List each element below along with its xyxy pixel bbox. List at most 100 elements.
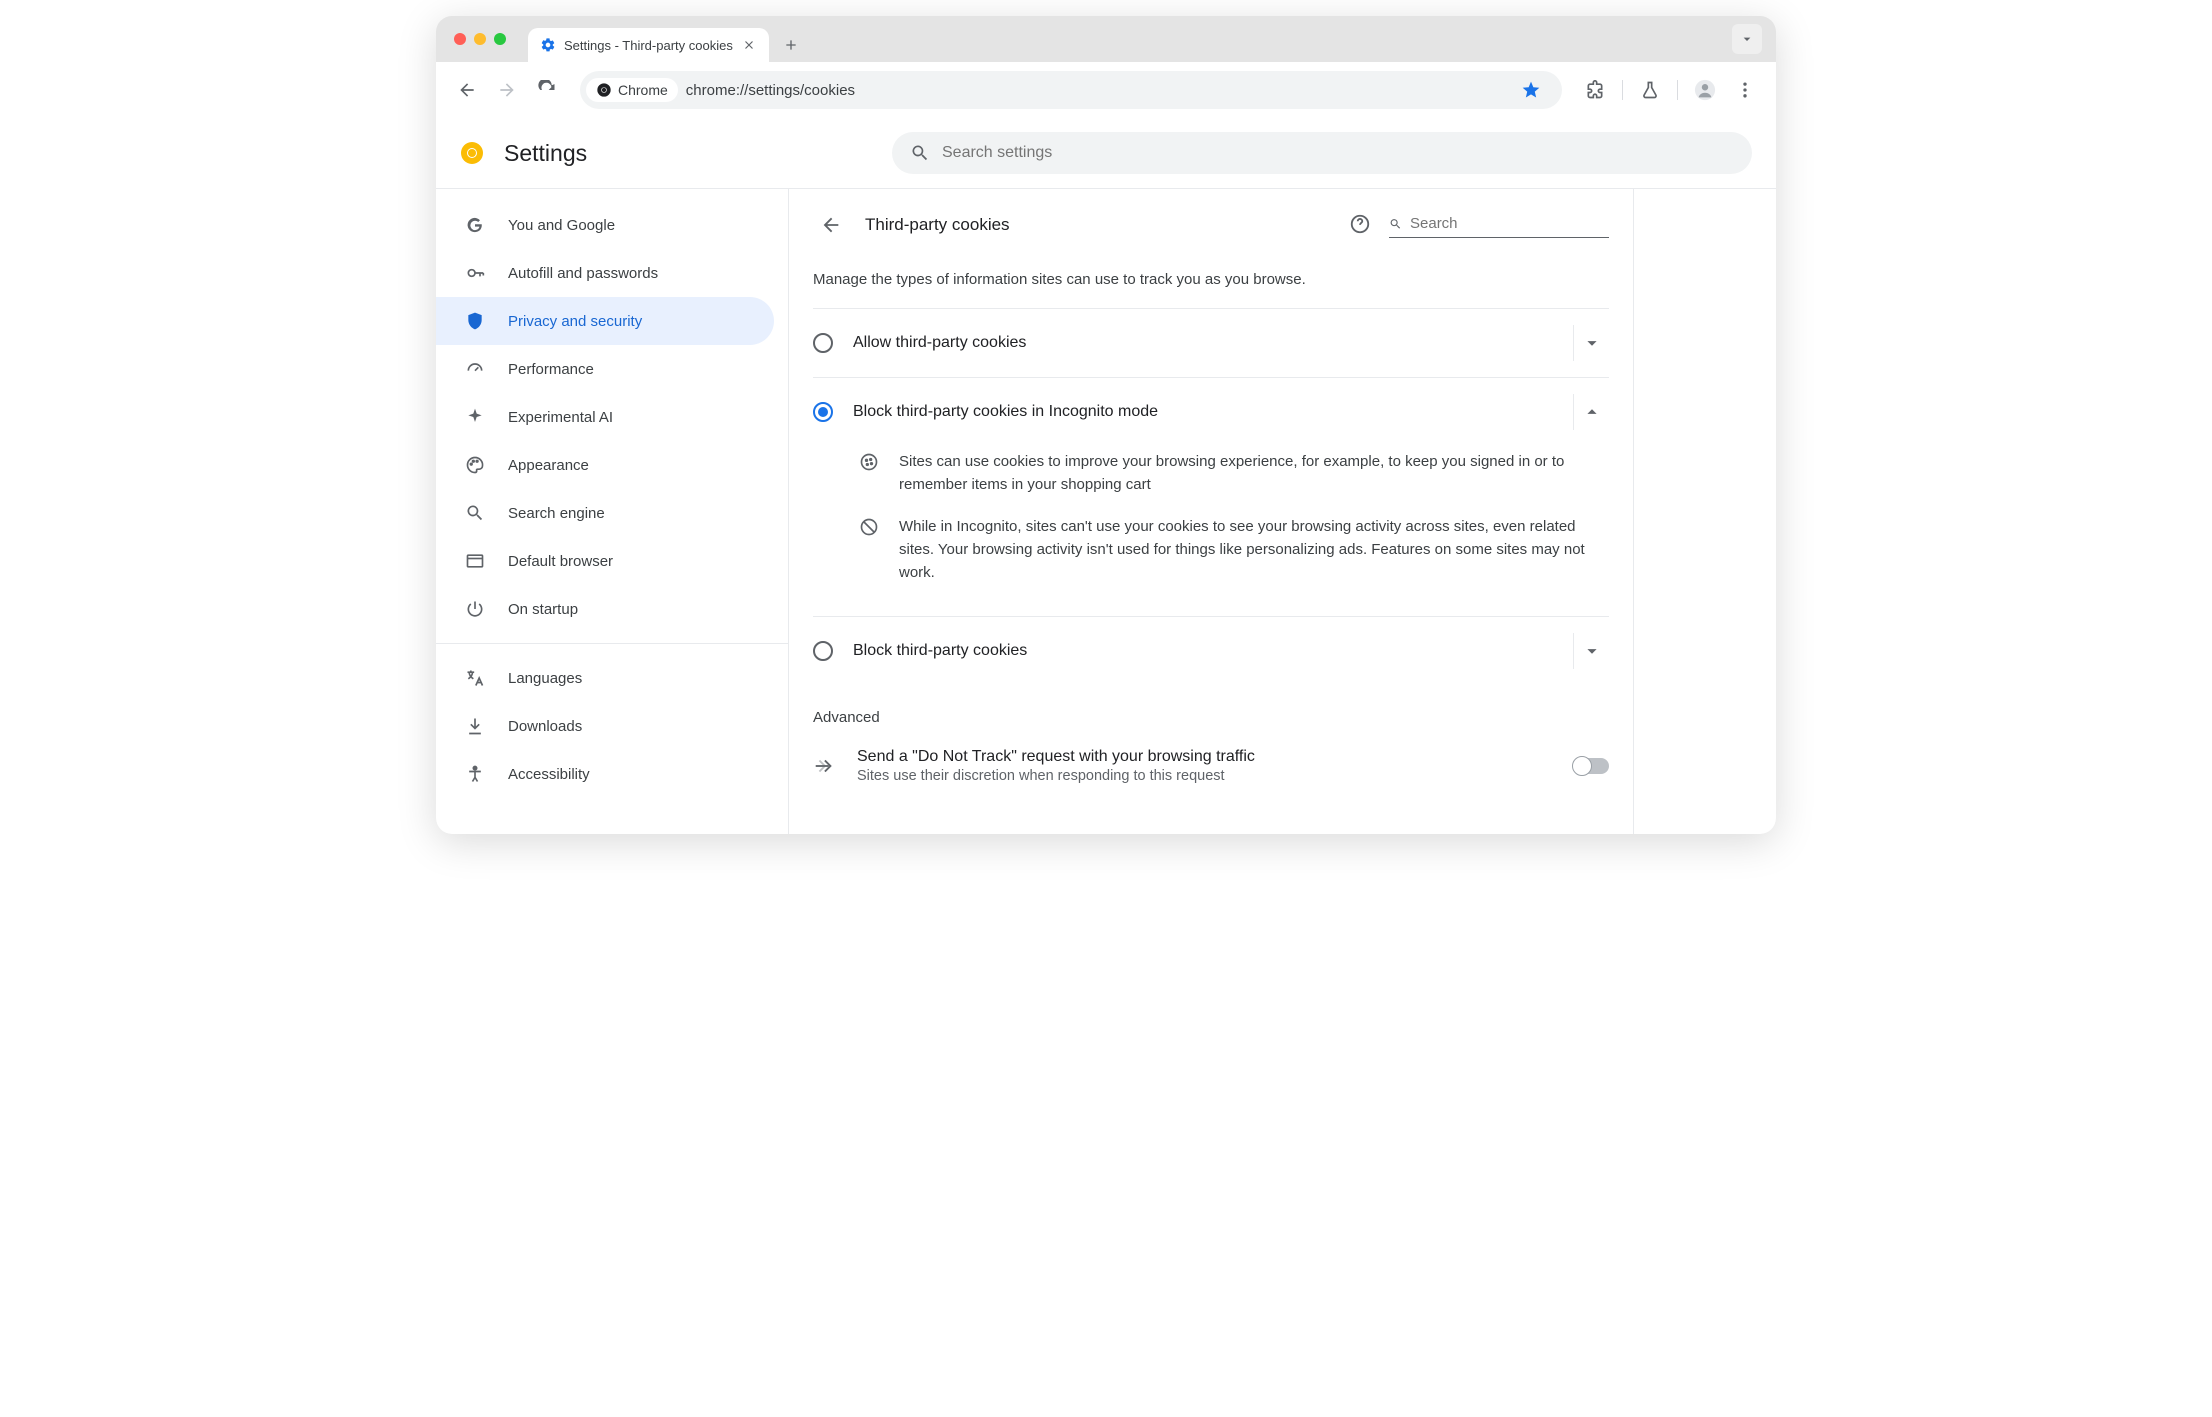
content-header: Third-party cookies [813,207,1609,243]
toolbar-separator [1622,80,1623,100]
collapse-button[interactable] [1573,394,1609,430]
advanced-heading: Advanced [813,709,1609,726]
content-search[interactable] [1389,213,1609,238]
sidebar-item-label: Search engine [508,505,605,522]
window-controls [454,16,506,62]
dnt-toggle[interactable] [1573,758,1609,774]
toolbar-separator [1677,80,1678,100]
content-area: Third-party cookies Manage the types of … [788,189,1776,834]
close-window-button[interactable] [454,33,466,45]
browser-tab[interactable]: Settings - Third-party cookies [528,28,769,62]
nav-back-button[interactable] [450,73,484,107]
radio-block-incognito[interactable] [813,402,833,422]
sidebar-item-languages[interactable]: Languages [436,654,774,702]
sidebar: You and Google Autofill and passwords Pr… [436,189,788,834]
download-icon [464,716,486,736]
option-details: Sites can use cookies to improve your br… [813,446,1609,617]
detail-cookie: Sites can use cookies to improve your br… [859,450,1609,497]
accessibility-icon [464,764,486,784]
content-search-input[interactable] [1410,215,1609,232]
shield-icon [464,311,486,331]
option-label: Block third-party cookies [853,642,1545,660]
site-chip[interactable]: Chrome [586,78,678,102]
key-icon [464,263,486,283]
detail-text: Sites can use cookies to improve your br… [899,450,1609,497]
content-back-button[interactable] [813,207,849,243]
detail-block: While in Incognito, sites can't use your… [859,515,1609,585]
address-bar[interactable]: Chrome chrome://settings/cookies [580,71,1562,109]
block-icon [859,517,881,585]
content-title: Third-party cookies [865,215,1333,235]
cookies-settings-panel: Third-party cookies Manage the types of … [788,189,1634,834]
radio-block-all[interactable] [813,641,833,661]
settings-gear-icon [540,37,556,53]
option-block-all: Block third-party cookies [813,617,1609,685]
profile-button[interactable] [1688,73,1722,107]
site-chip-label: Chrome [618,82,668,98]
expand-button[interactable] [1573,633,1609,669]
speedometer-icon [464,359,486,379]
sidebar-item-on-startup[interactable]: On startup [436,585,774,633]
sidebar-item-label: Privacy and security [508,313,642,330]
sidebar-separator [436,643,788,644]
tab-title: Settings - Third-party cookies [564,38,733,53]
app-title: Settings [504,140,587,167]
sidebar-item-privacy-security[interactable]: Privacy and security [436,297,774,345]
chevron-down-icon [1581,332,1603,354]
sidebar-item-label: Default browser [508,553,613,570]
option-allow-third-party: Allow third-party cookies [813,308,1609,377]
url-text: chrome://settings/cookies [686,82,855,99]
search-icon [1389,215,1402,233]
sidebar-item-you-and-google[interactable]: You and Google [436,201,774,249]
nav-forward-button[interactable] [490,73,524,107]
sidebar-item-label: Autofill and passwords [508,265,658,282]
window-dropdown-button[interactable] [1732,24,1762,54]
sidebar-item-appearance[interactable]: Appearance [436,441,774,489]
search-settings-input[interactable] [942,144,1734,162]
intro-text: Manage the types of information sites ca… [813,271,1609,288]
sidebar-item-search-engine[interactable]: Search engine [436,489,774,537]
maximize-window-button[interactable] [494,33,506,45]
extensions-button[interactable] [1578,73,1612,107]
app-body: You and Google Autofill and passwords Pr… [436,188,1776,834]
bookmark-star-icon[interactable] [1514,73,1548,107]
reload-button[interactable] [530,73,564,107]
translate-icon [464,668,486,688]
minimize-window-button[interactable] [474,33,486,45]
search-settings-bar[interactable] [892,132,1752,174]
browser-toolbar: Chrome chrome://settings/cookies [436,62,1776,118]
palette-icon [464,455,486,475]
cookie-icon [859,452,881,497]
do-not-track-row[interactable]: Send a "Do Not Track" request with your … [813,734,1609,798]
detail-text: While in Incognito, sites can't use your… [899,515,1609,585]
new-tab-button[interactable] [777,31,805,59]
sidebar-item-autofill[interactable]: Autofill and passwords [436,249,774,297]
chevron-up-icon [1581,401,1603,423]
radio-allow[interactable] [813,333,833,353]
dnt-subtitle: Sites use their discretion when respondi… [857,768,1551,784]
tab-close-icon[interactable] [741,37,757,53]
sidebar-item-performance[interactable]: Performance [436,345,774,393]
dnt-text: Send a "Do Not Track" request with your … [857,748,1551,784]
kebab-menu-button[interactable] [1728,73,1762,107]
sidebar-item-label: Experimental AI [508,409,613,426]
help-icon[interactable] [1349,213,1373,237]
labs-button[interactable] [1633,73,1667,107]
chrome-logo-icon [460,141,484,165]
browser-window-icon [464,551,486,571]
sidebar-item-label: On startup [508,601,578,618]
sidebar-item-label: You and Google [508,217,615,234]
browser-window: Settings - Third-party cookies Chrome [436,16,1776,834]
sidebar-item-accessibility[interactable]: Accessibility [436,750,774,798]
sidebar-item-label: Performance [508,361,594,378]
sidebar-item-downloads[interactable]: Downloads [436,702,774,750]
chrome-icon [596,82,612,98]
power-icon [464,599,486,619]
sidebar-item-label: Appearance [508,457,589,474]
sidebar-item-default-browser[interactable]: Default browser [436,537,774,585]
settings-header: Settings [436,118,1776,188]
sidebar-item-experimental-ai[interactable]: Experimental AI [436,393,774,441]
option-label: Allow third-party cookies [853,334,1545,352]
expand-button[interactable] [1573,325,1609,361]
option-label: Block third-party cookies in Incognito m… [853,403,1545,421]
